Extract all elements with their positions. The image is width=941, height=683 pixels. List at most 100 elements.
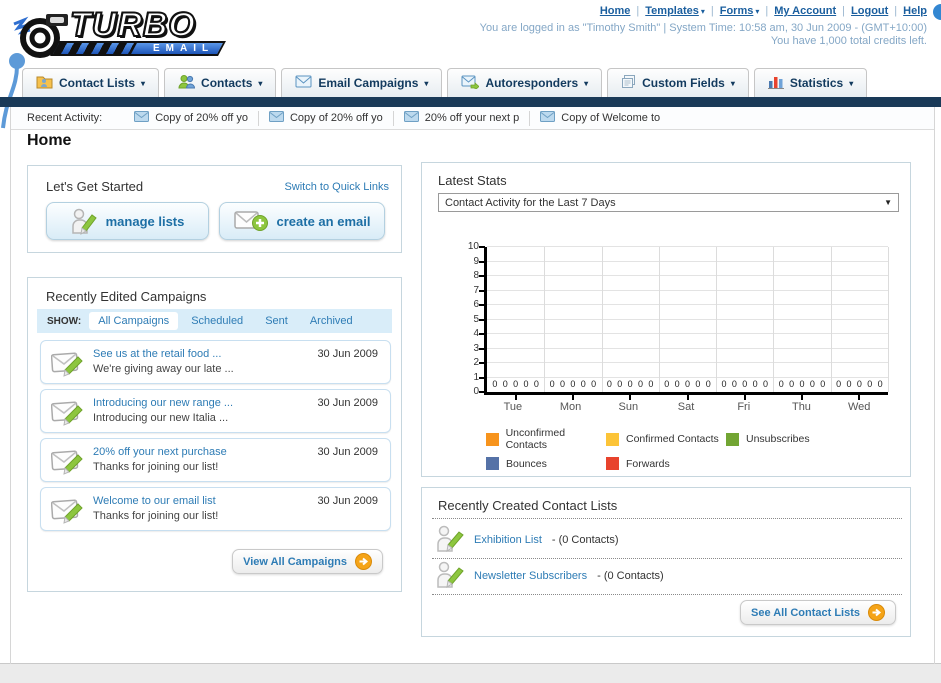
chevron-down-icon: ▾ [849, 78, 854, 88]
campaign-card[interactable]: Welcome to our email list Thanks for join… [40, 487, 391, 531]
create-email-button[interactable]: create an email [219, 202, 385, 240]
chart-value-label: 0 [799, 379, 805, 389]
chart-value-label: 0 [492, 379, 498, 389]
arrow-circle-icon [355, 553, 372, 570]
chart-y-tick [479, 260, 485, 263]
nav-tab-contacts[interactable]: Contacts ▾ [164, 68, 277, 97]
campaign-card[interactable]: 20% off your next purchase Thanks for joi… [40, 438, 391, 482]
dotted-divider [432, 518, 902, 519]
campaign-date: 30 Jun 2009 [317, 397, 378, 409]
campaign-tab-archived[interactable]: Archived [301, 312, 362, 330]
legend-swatch [486, 432, 499, 446]
campaign-card[interactable]: Introducing our new range ... Introducing… [40, 389, 391, 433]
contact-list-name-link[interactable]: Newsletter Subscribers [474, 570, 587, 582]
chart-hgridline [487, 347, 888, 349]
contact-list-item[interactable]: Newsletter Subscribers - (0 Contacts) [436, 560, 664, 592]
chart-value-label: 0 [695, 379, 701, 389]
top-link-my-account[interactable]: My Account [774, 5, 836, 17]
recent-activity-item[interactable]: Copy of 20% off yo [124, 111, 258, 126]
chart-value-label: 0 [789, 379, 795, 389]
recent-activity-bar: Recent Activity: Copy of 20% off yo Copy … [11, 107, 934, 130]
legend-swatch [606, 457, 619, 470]
link-separator: | [842, 5, 846, 17]
nav-tab-label: Autoresponders [485, 76, 579, 90]
chart-vgridline [601, 247, 603, 392]
envelope-arrow-icon [461, 75, 481, 92]
envelope-icon [134, 111, 150, 125]
envelope-pencil-icon [50, 398, 85, 431]
manage-lists-button[interactable]: manage lists [46, 202, 209, 240]
switch-quick-links-link[interactable]: Switch to Quick Links [284, 181, 389, 193]
chart-y-tick [479, 362, 485, 364]
select-arrow-icon: ▼ [884, 198, 892, 207]
top-link-templates[interactable]: Templates [645, 5, 699, 17]
top-link-forms[interactable]: Forms [720, 5, 754, 17]
chart-value-label: 0 [674, 379, 680, 389]
see-all-contact-lists-button[interactable]: See All Contact Lists [739, 600, 896, 625]
get-started-title: Let's Get Started [46, 179, 144, 194]
chart-value-label: 0 [502, 379, 508, 389]
chevron-down-icon: ▾ [424, 78, 429, 88]
campaign-subtitle: Thanks for joining our list! [93, 510, 219, 522]
envelope-icon [403, 111, 419, 125]
legend-item-confirmed-contacts: Confirmed Contacts [606, 427, 726, 451]
chevron-down-icon: ▾ [700, 7, 705, 16]
nav-tab-custom-fields[interactable]: Custom Fields ▾ [607, 68, 749, 97]
show-label: SHOW: [47, 315, 82, 327]
chart-value-label: 0 [560, 379, 566, 389]
chart-x-label: Mon [559, 401, 582, 413]
login-info-text: You are logged in as "Timothy Smith" | S… [479, 22, 927, 34]
envelope-icon [295, 75, 312, 91]
nav-tab-label: Contacts [201, 76, 253, 90]
campaign-title-link[interactable]: Welcome to our email list [93, 495, 216, 507]
nav-tab-email-campaigns[interactable]: Email Campaigns ▾ [281, 68, 443, 97]
chart-value-label: 0 [570, 379, 576, 389]
chart-value-label: 0 [846, 379, 852, 389]
left-border [10, 107, 11, 664]
campaign-tab-scheduled[interactable]: Scheduled [182, 312, 252, 330]
see-all-contact-lists-label: See All Contact Lists [750, 606, 860, 619]
chart-y-tick [479, 318, 485, 321]
recent-activity-item[interactable]: 20% off your next p [392, 110, 530, 126]
person-pencil-icon [436, 525, 464, 556]
legend-label: Confirmed Contacts [626, 433, 719, 445]
chart-value-label: 0 [523, 379, 529, 389]
stats-period-select[interactable]: Contact Activity for the Last 7 Days ▼ [438, 193, 899, 212]
chart-value-label: 0 [664, 379, 670, 389]
nav-tab-statistics[interactable]: Statistics ▾ [753, 68, 868, 97]
recent-activity-item[interactable]: Copy of Welcome to [529, 110, 670, 126]
recent-activity-item-label: Copy of 20% off yo [155, 112, 248, 124]
chart-x-tick [858, 395, 861, 400]
recent-activity-item[interactable]: Copy of 20% off yo [257, 110, 393, 126]
top-link-logout[interactable]: Logout [851, 5, 888, 17]
chart-value-label: 0 [809, 379, 815, 389]
campaign-title-link[interactable]: 20% off your next purchase [93, 446, 227, 458]
campaign-title-link[interactable]: Introducing our new range ... [93, 397, 233, 409]
contact-list-item[interactable]: Exhibition List - (0 Contacts) [436, 524, 619, 556]
chart-value-label: 0 [513, 379, 519, 389]
top-link-home[interactable]: Home [600, 5, 631, 17]
campaigns-panel: Recently Edited Campaigns SHOW: All Camp… [27, 277, 402, 592]
chart-y-tick-label: 10 [467, 241, 479, 252]
campaign-subtitle: Introducing our new Italia ... [93, 412, 229, 424]
nav-tab-contact-lists[interactable]: Contact Lists ▾ [22, 68, 160, 97]
chart-value-label: 0 [617, 379, 623, 389]
campaign-title-link[interactable]: See us at the retail food ... [93, 348, 221, 360]
campaign-tab-all-campaigns[interactable]: All Campaigns [89, 312, 179, 330]
chart-value-label: 0 [752, 379, 758, 389]
nav-tab-autoresponders[interactable]: Autoresponders ▾ [447, 68, 603, 97]
chart-x-label: Wed [847, 401, 871, 413]
campaign-tab-sent[interactable]: Sent [256, 312, 297, 330]
chart-x-tick [629, 395, 632, 400]
chart-plot-area: 0 1 2 3 4 5 6 7 8 9 10 0 0 0 0 0 0 0 0 0 0 0 0 0 0 0 0 0 0 0 0 0 0 0 0 0 0 0 0… [468, 241, 889, 400]
manage-lists-label: manage lists [105, 213, 185, 229]
main-navigation: Contact Lists ▾ Contacts ▾ Email Campaigns ▾ A… [22, 68, 868, 97]
top-link-help[interactable]: Help [903, 5, 927, 17]
view-all-campaigns-button[interactable]: View All Campaigns [232, 549, 383, 574]
navigation-divider-bar [0, 97, 941, 107]
chart-value-label: 0 [877, 379, 883, 389]
chart-x-tick [743, 395, 746, 400]
campaign-card[interactable]: See us at the retail food ... We're givin… [40, 340, 391, 384]
contact-list-name-link[interactable]: Exhibition List [474, 534, 542, 546]
turbo-email-logo[interactable]: TURBO EMAIL [6, 4, 246, 60]
